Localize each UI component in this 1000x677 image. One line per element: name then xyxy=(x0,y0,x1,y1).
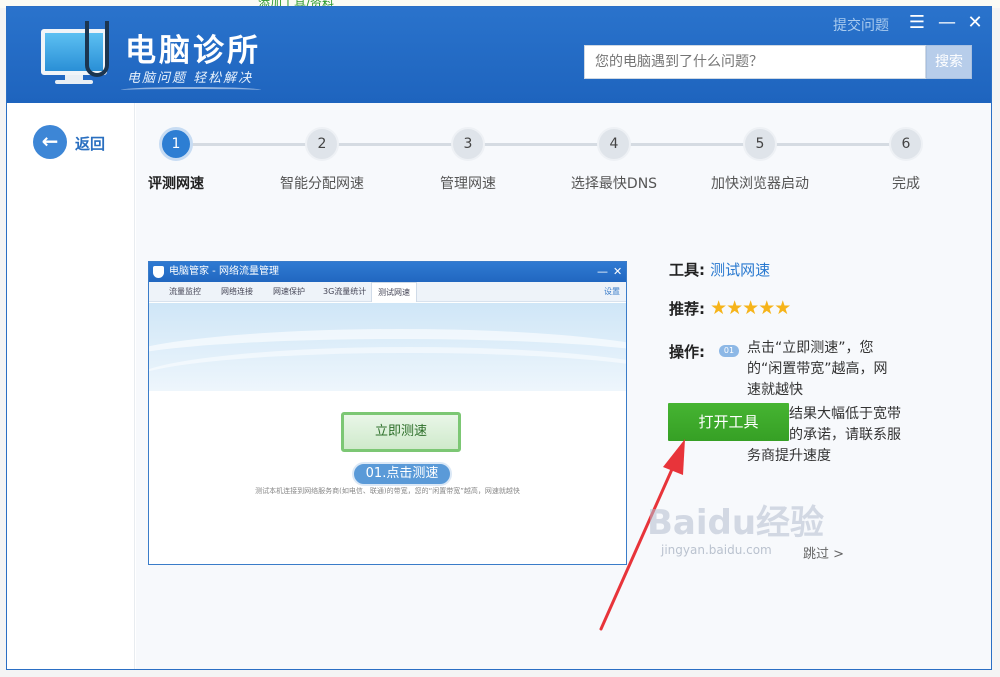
shield-icon xyxy=(153,266,164,278)
skip-link[interactable]: 跳过 > xyxy=(803,543,844,562)
feedback-link[interactable]: 提交问题 xyxy=(833,15,889,35)
step-label-4: 选择最快DNS xyxy=(570,176,658,192)
app-title: 电脑诊所 xyxy=(125,33,261,69)
app-window: 电脑诊所 电脑问题 轻松解决 提交问题 ☰ — ✕ 搜索 ← 返回 1 评测网速 2… xyxy=(6,6,992,670)
watermark-url: jingyan.baidu.com xyxy=(661,543,772,557)
screenshot-title: 电脑管家 - 网络流量管理 xyxy=(149,262,626,282)
logo-swoosh xyxy=(121,87,261,93)
screenshot-tab: 3G流量统计 xyxy=(323,287,367,296)
screenshot-tab-active: 测试网速 xyxy=(371,282,417,302)
screenshot-tab: 网速保护 xyxy=(273,287,305,296)
op-badge: 01 xyxy=(719,345,739,357)
step-label-5: 加快浏览器启动 xyxy=(711,176,809,192)
search-input[interactable] xyxy=(584,45,926,79)
step-circle-3: 3 xyxy=(451,127,485,161)
step-circle-5: 5 xyxy=(743,127,777,161)
back-button[interactable]: ← 返回 xyxy=(33,125,123,161)
steps-track xyxy=(176,143,910,146)
step-circle-2: 2 xyxy=(305,127,339,161)
menu-icon[interactable]: ☰ xyxy=(907,13,927,33)
minimize-icon[interactable]: — xyxy=(937,13,957,33)
screenshot-tab: 流量监控 xyxy=(169,287,201,296)
header: 电脑诊所 电脑问题 轻松解决 提交问题 ☰ — ✕ 搜索 xyxy=(7,7,991,103)
screenshot-close-icon: ✕ xyxy=(613,265,623,278)
step-circle-1: 1 xyxy=(159,127,193,161)
watermark-text: Baidu经验 xyxy=(647,503,825,543)
screenshot-step-hint: 01.点击测速 xyxy=(352,462,452,486)
screenshot-speed-button: 立即测速 xyxy=(341,412,461,452)
screenshot-tabs: 流量监控 网络连接 网速保护 3G流量统计 测试网速 设置 帮助 xyxy=(149,282,626,302)
star-rating-icon: ★★★★★ xyxy=(710,297,791,319)
app-subtitle: 电脑问题 轻松解决 xyxy=(127,71,254,86)
screenshot-banner xyxy=(149,303,626,391)
op-text: 点击“立即测速”，您 的“闲置带宽”越高，网 速就越快 xyxy=(747,340,888,398)
logo-icon xyxy=(41,21,109,85)
search-button[interactable]: 搜索 xyxy=(926,45,972,79)
screenshot-title-text: 电脑管家 - 网络流量管理 xyxy=(169,266,279,277)
screenshot-minimize-icon: — xyxy=(597,265,608,278)
step-label-6: 完成 xyxy=(892,176,920,192)
rating-key: 推荐: xyxy=(669,300,705,318)
screenshot-tab: 网络连接 xyxy=(221,287,253,296)
step-circle-4: 4 xyxy=(597,127,631,161)
step-label-3: 管理网速 xyxy=(440,176,496,192)
step-label-2: 智能分配网速 xyxy=(280,176,364,192)
screenshot-link: 设置 xyxy=(604,287,620,296)
tool-key: 工具: xyxy=(669,261,705,279)
tool-value[interactable]: 测试网速 xyxy=(710,261,770,279)
step-circle-6: 6 xyxy=(889,127,923,161)
step-label-1: 评测网速 xyxy=(148,176,204,192)
back-label: 返回 xyxy=(75,135,106,153)
arrow-left-icon: ← xyxy=(33,125,67,159)
ops-key: 操作: xyxy=(669,343,705,361)
close-icon[interactable]: ✕ xyxy=(965,13,985,33)
